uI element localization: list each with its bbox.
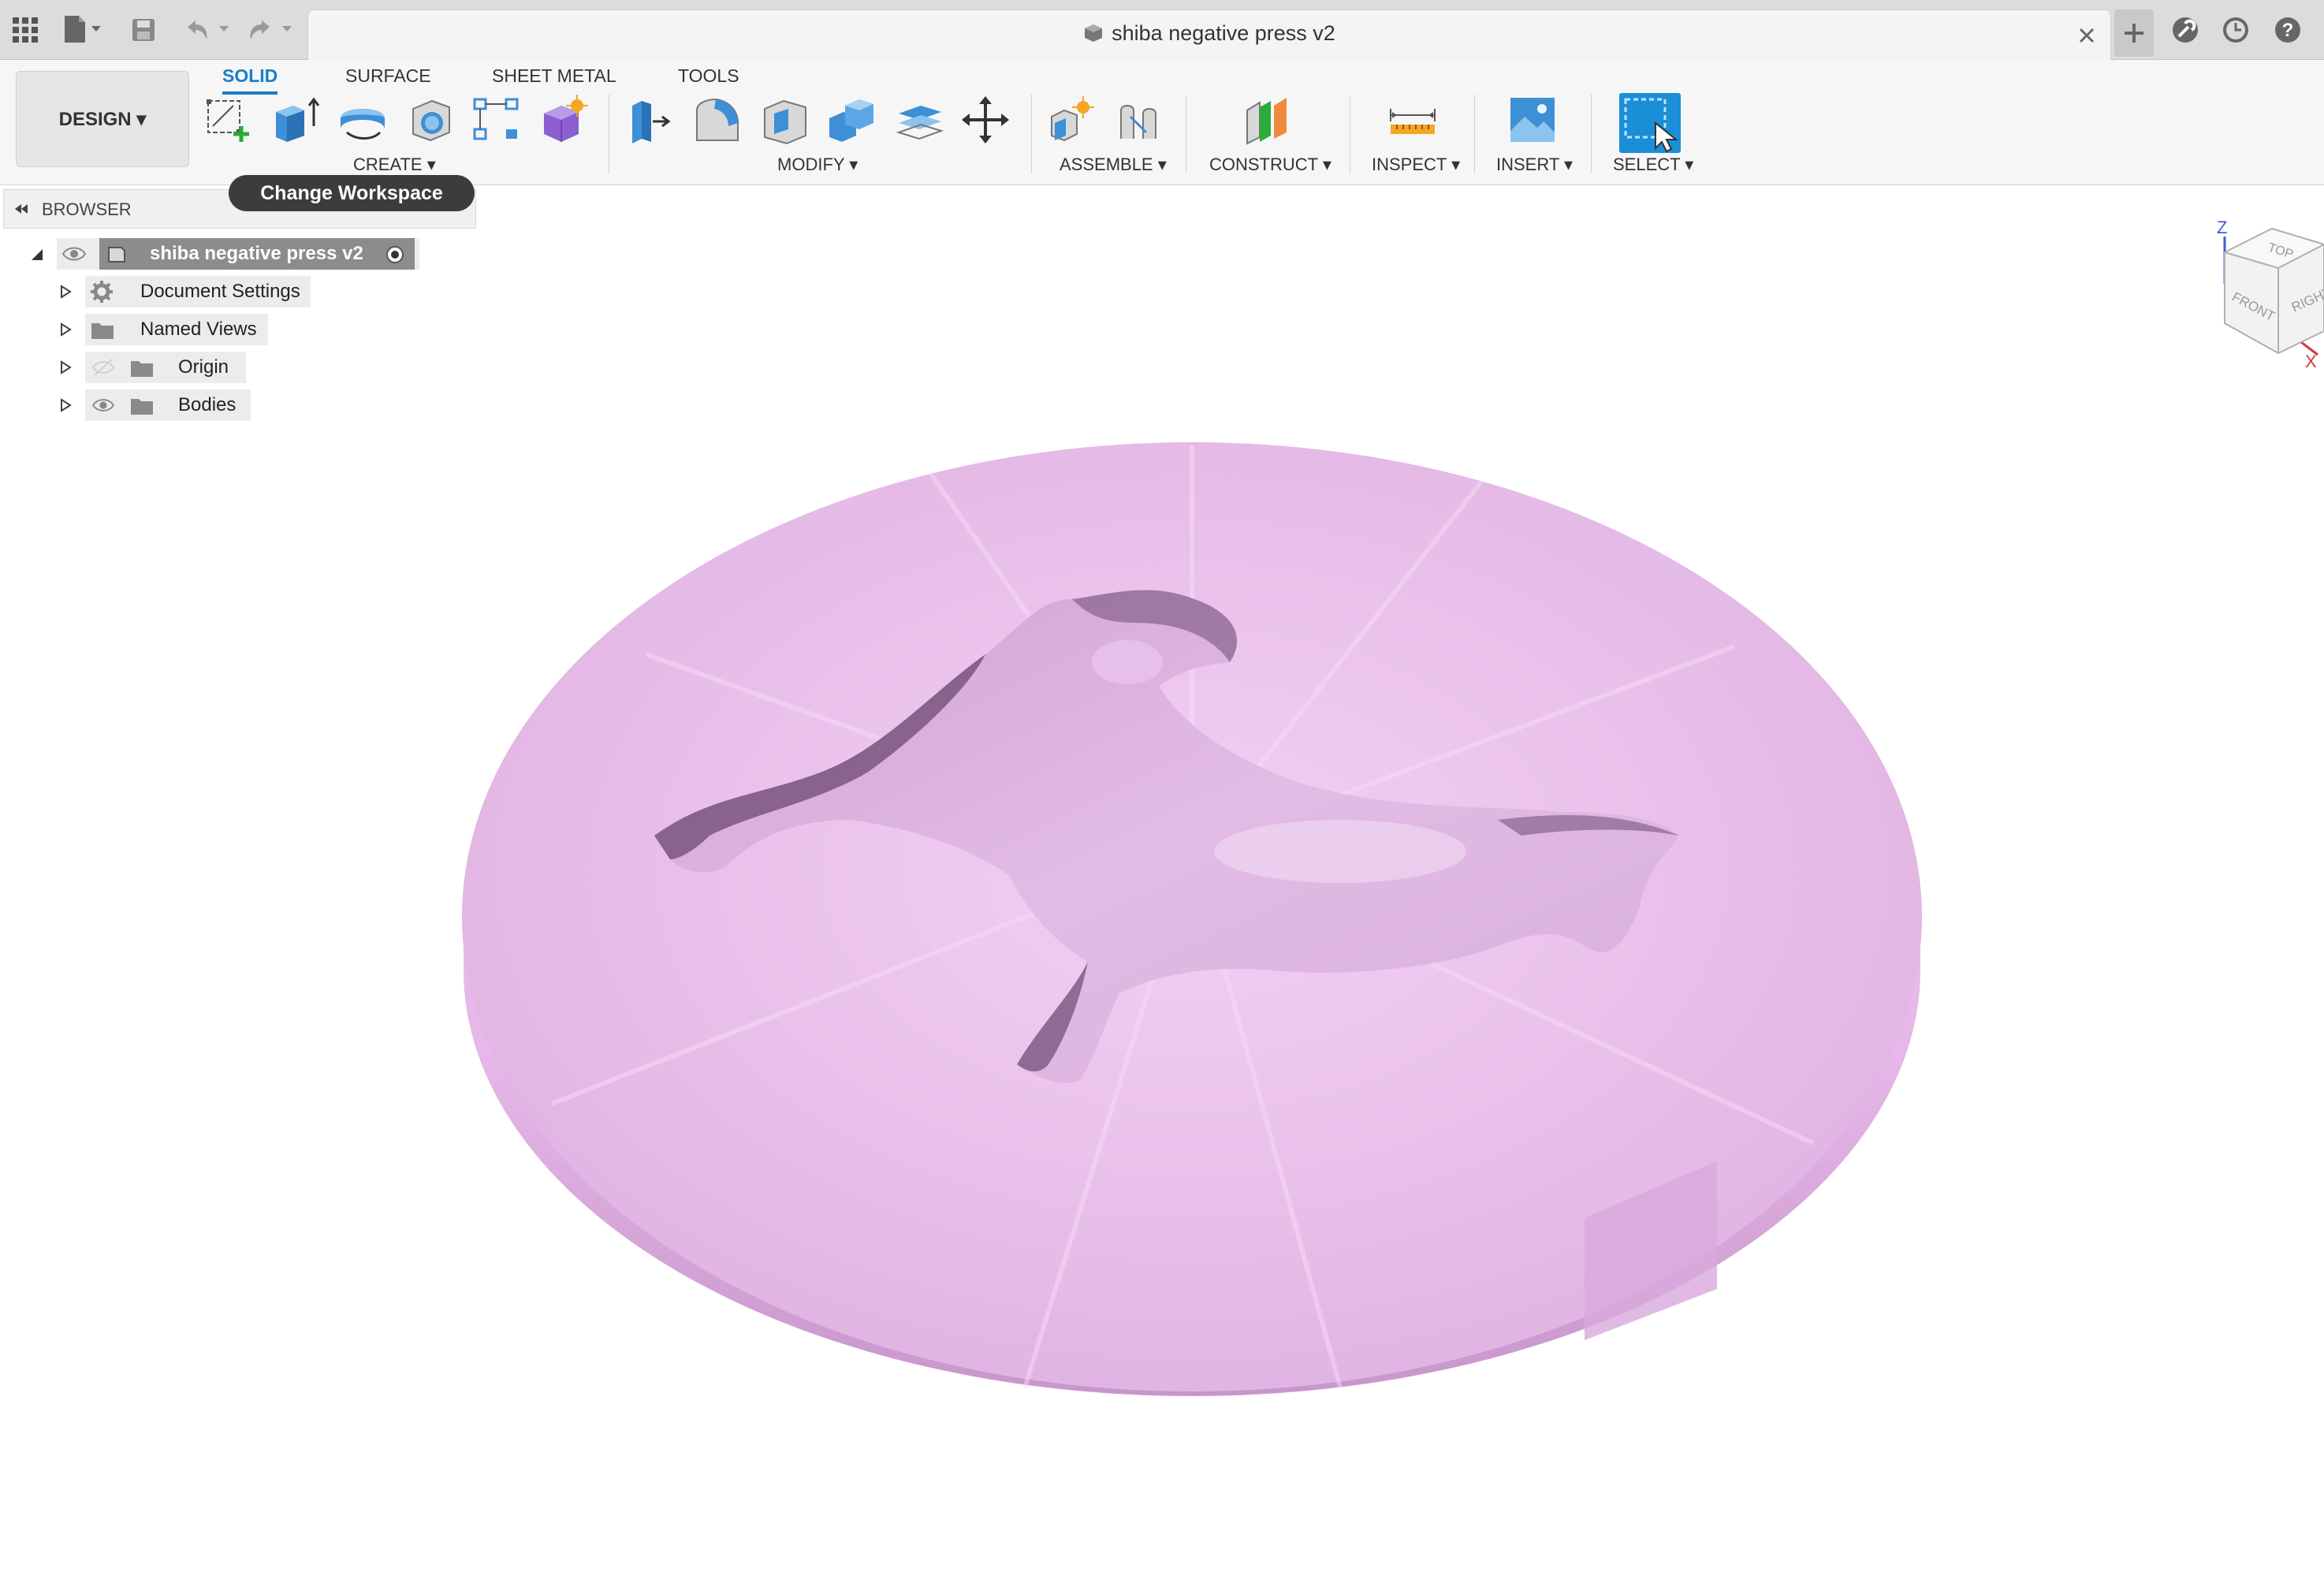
tab-solid[interactable]: SOLID xyxy=(222,60,278,95)
offset-plane-icon[interactable] xyxy=(1242,95,1293,145)
combine-icon[interactable] xyxy=(826,95,877,145)
measure-icon[interactable] xyxy=(1387,95,1438,145)
viewcube[interactable]: Z X TOP FRONT RIGHT xyxy=(2207,213,2324,371)
item-label: Bodies xyxy=(178,394,236,415)
insert-image-icon[interactable] xyxy=(1507,95,1558,145)
fillet-icon[interactable] xyxy=(692,95,743,145)
toolbar-separator xyxy=(1591,95,1592,173)
create-sketch-icon[interactable] xyxy=(202,95,252,145)
redo-icon[interactable] xyxy=(243,13,277,47)
visibility-eye-icon[interactable] xyxy=(61,244,87,263)
insert-menu[interactable]: INSERT ▾ xyxy=(1496,155,1573,175)
expand-icon[interactable] xyxy=(58,360,73,374)
root-selected-highlight: shiba negative press v2 xyxy=(99,238,415,270)
folder-icon xyxy=(131,399,153,415)
shell-icon[interactable] xyxy=(760,95,810,145)
job-status-clock-icon[interactable] xyxy=(2218,13,2253,47)
window-select-icon xyxy=(1624,98,1678,153)
browser-item-named-views[interactable]: Named Views xyxy=(0,314,473,345)
item-background: Named Views xyxy=(85,314,268,345)
folder-icon xyxy=(91,323,114,339)
extensions-icon[interactable] xyxy=(2168,13,2203,47)
cavity-highlight xyxy=(1214,820,1466,883)
move-copy-icon[interactable] xyxy=(960,95,1011,145)
toolbar-separator xyxy=(1031,95,1032,173)
expand-icon[interactable] xyxy=(58,322,73,337)
select-tool-button[interactable] xyxy=(1619,93,1681,153)
expand-icon[interactable] xyxy=(58,285,73,299)
tab-sheet-metal[interactable]: SHEET METAL xyxy=(492,60,616,91)
browser-root-row[interactable]: shiba negative press v2 xyxy=(0,238,473,270)
app-grid-icon[interactable] xyxy=(8,13,43,47)
extrude-icon[interactable] xyxy=(270,95,320,145)
svg-text:?: ? xyxy=(2282,20,2294,41)
press-disc-model[interactable] xyxy=(462,442,1922,1396)
hidden-eye-icon[interactable] xyxy=(91,358,115,377)
file-menu-chevron-icon[interactable] xyxy=(90,24,102,35)
collapse-root-icon[interactable] xyxy=(30,248,44,262)
construct-menu[interactable]: CONSTRUCT ▾ xyxy=(1209,155,1331,175)
component-icon xyxy=(108,247,125,263)
item-label: Document Settings xyxy=(140,281,300,302)
pattern-icon[interactable] xyxy=(471,95,522,145)
change-workspace-tooltip: Change Workspace xyxy=(229,175,475,211)
document-tab-title: shiba negative press v2 xyxy=(308,21,2110,46)
replace-face-icon[interactable] xyxy=(894,95,944,145)
browser-title: BROWSER xyxy=(42,199,132,219)
assemble-menu[interactable]: ASSEMBLE ▾ xyxy=(1060,155,1167,175)
visibility-eye-icon[interactable] xyxy=(91,396,115,415)
joint-icon[interactable] xyxy=(1115,95,1165,145)
collapse-browser-icon[interactable] xyxy=(12,201,31,217)
expand-icon[interactable] xyxy=(58,398,73,412)
save-icon[interactable] xyxy=(126,13,161,47)
undo-chevron-icon[interactable] xyxy=(218,24,230,35)
select-menu[interactable]: SELECT ▾ xyxy=(1613,155,1693,175)
tab-tools[interactable]: TOOLS xyxy=(678,60,739,91)
create-form-icon[interactable] xyxy=(538,95,588,145)
gear-icon xyxy=(91,281,113,303)
file-icon[interactable] xyxy=(58,13,93,47)
root-label: shiba negative press v2 xyxy=(150,243,363,264)
toolbar: DESIGN ▾ SOLID SURFACE SHEET METAL TOOLS… xyxy=(0,60,2324,185)
axis-z-label: Z xyxy=(2217,218,2227,237)
plus-icon xyxy=(2125,24,2143,43)
modify-menu[interactable]: MODIFY ▾ xyxy=(777,155,858,175)
new-tab-button[interactable] xyxy=(2114,9,2154,57)
create-menu[interactable]: CREATE ▾ xyxy=(353,155,436,175)
item-label: Named Views xyxy=(140,318,257,340)
undo-icon[interactable] xyxy=(180,13,214,47)
activate-radio-icon[interactable] xyxy=(385,244,405,265)
item-label: Origin xyxy=(178,356,229,378)
item-background: Document Settings xyxy=(85,276,311,307)
tail-loop-island xyxy=(1092,640,1163,684)
axis-x-label: X xyxy=(2305,352,2317,371)
browser-item-bodies[interactable]: Bodies xyxy=(0,389,473,421)
inspect-menu[interactable]: INSPECT ▾ xyxy=(1372,155,1460,175)
revolve-icon[interactable] xyxy=(337,95,388,145)
browser-item-origin[interactable]: Origin xyxy=(0,352,473,383)
redo-chevron-icon[interactable] xyxy=(281,24,293,35)
component-cube-icon xyxy=(1085,24,1103,42)
press-pull-icon[interactable] xyxy=(624,95,675,145)
root-row-background: shiba negative press v2 xyxy=(57,238,419,270)
hole-icon[interactable] xyxy=(405,95,456,145)
toolbar-separator xyxy=(1474,95,1475,173)
document-tab[interactable]: shiba negative press v2 xyxy=(307,9,2111,61)
folder-icon xyxy=(131,361,153,377)
new-component-icon[interactable] xyxy=(1047,95,1097,145)
item-background: Origin xyxy=(85,352,246,383)
tab-surface[interactable]: SURFACE xyxy=(345,60,431,91)
help-icon[interactable]: ? xyxy=(2270,13,2305,47)
browser-item-document-settings[interactable]: Document Settings xyxy=(0,276,473,307)
document-title-text: shiba negative press v2 xyxy=(1112,21,1335,45)
app-title-bar: shiba negative press v2 ? xyxy=(0,0,2324,61)
workspace-switcher-button[interactable]: DESIGN ▾ xyxy=(16,71,189,167)
item-background: Bodies xyxy=(85,389,251,421)
close-tab-icon[interactable] xyxy=(2076,24,2098,47)
